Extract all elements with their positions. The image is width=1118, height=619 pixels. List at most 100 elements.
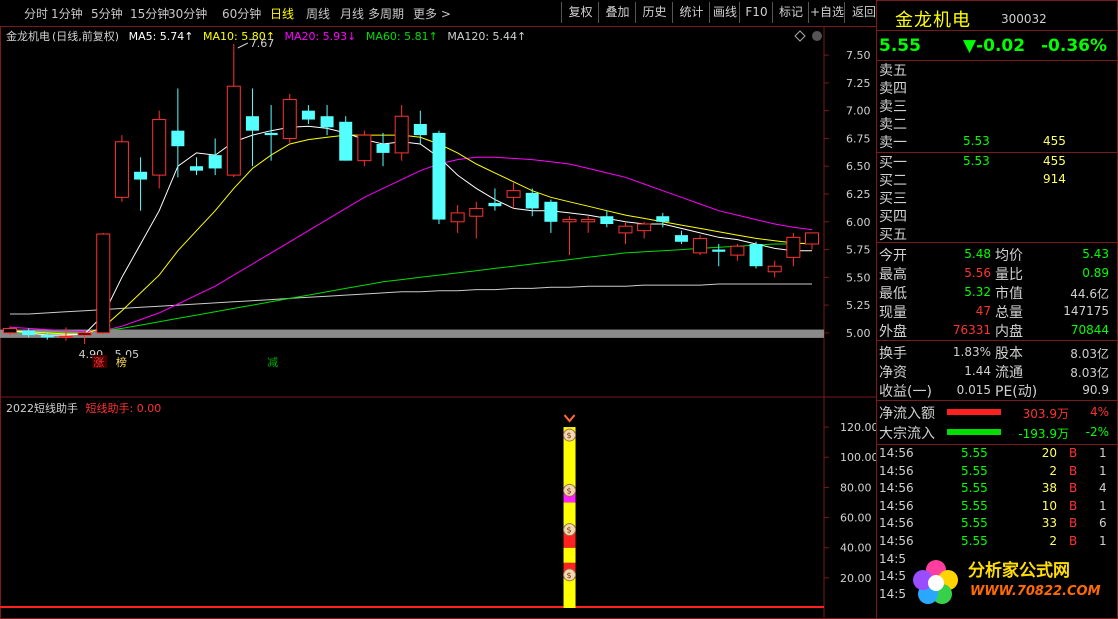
period-tab[interactable]: 周线 <box>306 5 330 22</box>
candle-body[interactable] <box>749 244 763 267</box>
toolbar-button[interactable]: 统计 <box>672 2 710 23</box>
candle-body[interactable] <box>805 232 819 245</box>
tick-volume: 2 <box>1049 534 1057 548</box>
candle-body[interactable] <box>114 141 129 198</box>
candle-body[interactable] <box>320 116 334 128</box>
candle-body[interactable] <box>357 134 372 162</box>
toolbar-button[interactable]: 历史 <box>635 2 673 23</box>
tick-time: 14:5 <box>879 586 906 601</box>
candle-body[interactable] <box>77 332 92 336</box>
tick-count: 1 <box>1099 534 1107 548</box>
candle-body[interactable] <box>618 225 633 234</box>
sell-level-volume: 455 <box>1043 134 1066 148</box>
candle-body[interactable] <box>282 99 297 139</box>
stat-value: 5.32 <box>964 285 991 299</box>
high-marker <box>237 42 249 49</box>
toolbar-button[interactable]: 复权 <box>561 2 599 23</box>
period-tab[interactable]: 更多 > <box>413 5 451 22</box>
tick-time: 14:56 <box>879 498 914 513</box>
candle-body[interactable] <box>544 201 558 222</box>
candle-body[interactable] <box>376 144 390 153</box>
candle-body[interactable] <box>562 219 577 223</box>
candle-body[interactable] <box>134 171 148 180</box>
ma120-line <box>10 283 812 315</box>
sell-level-label: 卖一 <box>879 135 907 151</box>
tick-time: 14:56 <box>879 516 914 531</box>
candle-body[interactable] <box>58 335 73 338</box>
chart-options-icon[interactable] <box>812 31 822 41</box>
kline-chart[interactable]: 7.50 7.25 7.00 6.75 6.50 6.25 6.00 5.75 5.50 5.25… <box>0 26 876 398</box>
period-tab[interactable]: 5分钟 <box>91 5 123 22</box>
candle-body[interactable] <box>525 192 539 209</box>
candle-body[interactable] <box>264 132 278 136</box>
toolbar-button[interactable]: F10 <box>739 2 773 23</box>
toolbar-button[interactable]: 叠加 <box>598 2 636 23</box>
period-tab[interactable]: 月线 <box>340 5 364 22</box>
period-tab[interactable]: 日线 <box>270 5 294 22</box>
event-tag[interactable]: 榜 <box>116 355 127 369</box>
candle-body[interactable] <box>432 132 446 220</box>
signal-bar-segment[interactable] <box>563 577 576 608</box>
period-tab[interactable]: 30分钟 <box>168 5 207 22</box>
candle-body[interactable] <box>656 216 670 222</box>
period-tab[interactable]: 1分钟 <box>51 5 83 22</box>
candle-body[interactable] <box>637 223 652 232</box>
event-tag[interactable]: 涨 <box>93 356 104 369</box>
toolbar-button[interactable]: 标记 <box>772 2 809 23</box>
period-tab[interactable]: 60分钟 <box>222 5 261 22</box>
diamond-icon[interactable] <box>794 30 806 42</box>
candle-body[interactable] <box>413 124 427 136</box>
y-tick-label: 6.00 <box>846 216 871 229</box>
buy-level-label: 买一 <box>879 155 907 171</box>
high-label: 7.67 <box>250 37 275 50</box>
period-tab[interactable]: 多周期 <box>368 5 404 22</box>
toolbar-button[interactable]: 画线 <box>709 2 740 23</box>
candle-body[interactable] <box>730 245 745 256</box>
sell-level-label: 卖二 <box>879 117 907 133</box>
candle-body[interactable] <box>469 207 484 217</box>
toolbar-button[interactable]: +自选 <box>808 2 845 23</box>
indicator-chart[interactable]: 120.00 100.00 80.00 60.00 40.00 20.00 $ $ $ $ <box>0 398 876 619</box>
candle-body[interactable] <box>208 155 222 169</box>
candle-body[interactable] <box>171 130 185 147</box>
candle-body[interactable] <box>693 237 708 254</box>
stat-label: 总量 <box>995 305 1023 321</box>
candle-body[interactable] <box>152 119 167 176</box>
tick-time: 14:5 <box>879 569 906 584</box>
candle-body[interactable] <box>600 216 614 224</box>
candle-body[interactable] <box>394 115 409 154</box>
candle-body[interactable] <box>786 236 801 258</box>
period-tab[interactable]: 分时 <box>24 5 48 22</box>
stat2-value: 8.03亿 <box>1070 366 1109 380</box>
signal-bar-segment[interactable] <box>563 547 576 563</box>
candle-body[interactable] <box>190 166 204 171</box>
stat2-label: 股本 <box>995 346 1023 362</box>
candle-body[interactable] <box>488 202 502 207</box>
candle-body[interactable] <box>450 212 465 223</box>
tick-volume: 38 <box>1041 481 1057 496</box>
stat2-label: 净资 <box>879 365 907 381</box>
logo-text: 分析家公式网 <box>968 561 1070 581</box>
buy-level-label: 买三 <box>879 191 907 207</box>
candle-body[interactable] <box>22 330 36 336</box>
candle-body[interactable] <box>3 327 17 334</box>
candle-body[interactable] <box>712 249 726 252</box>
candle-body[interactable] <box>581 219 596 223</box>
candle-body[interactable] <box>674 235 688 242</box>
candle-body[interactable] <box>40 335 54 338</box>
money-bag-glyph: $ <box>567 526 572 535</box>
candle-body[interactable] <box>245 116 259 131</box>
candle-body[interactable] <box>506 190 521 198</box>
candle-body[interactable] <box>96 233 111 334</box>
ma5-line <box>9 125 812 336</box>
period-tab[interactable]: 15分钟 <box>130 5 169 22</box>
candle-body[interactable] <box>339 121 353 161</box>
candle-body[interactable] <box>301 110 315 120</box>
stat-value: 76331 <box>952 323 991 337</box>
event-tag[interactable]: 减 <box>267 356 278 369</box>
buy-level-volume: 455 <box>1043 154 1066 168</box>
tick-count: 1 <box>1099 446 1107 460</box>
sell-level-price: 5.53 <box>963 134 990 148</box>
candle-body[interactable] <box>226 85 241 176</box>
candle-body[interactable] <box>767 265 782 273</box>
